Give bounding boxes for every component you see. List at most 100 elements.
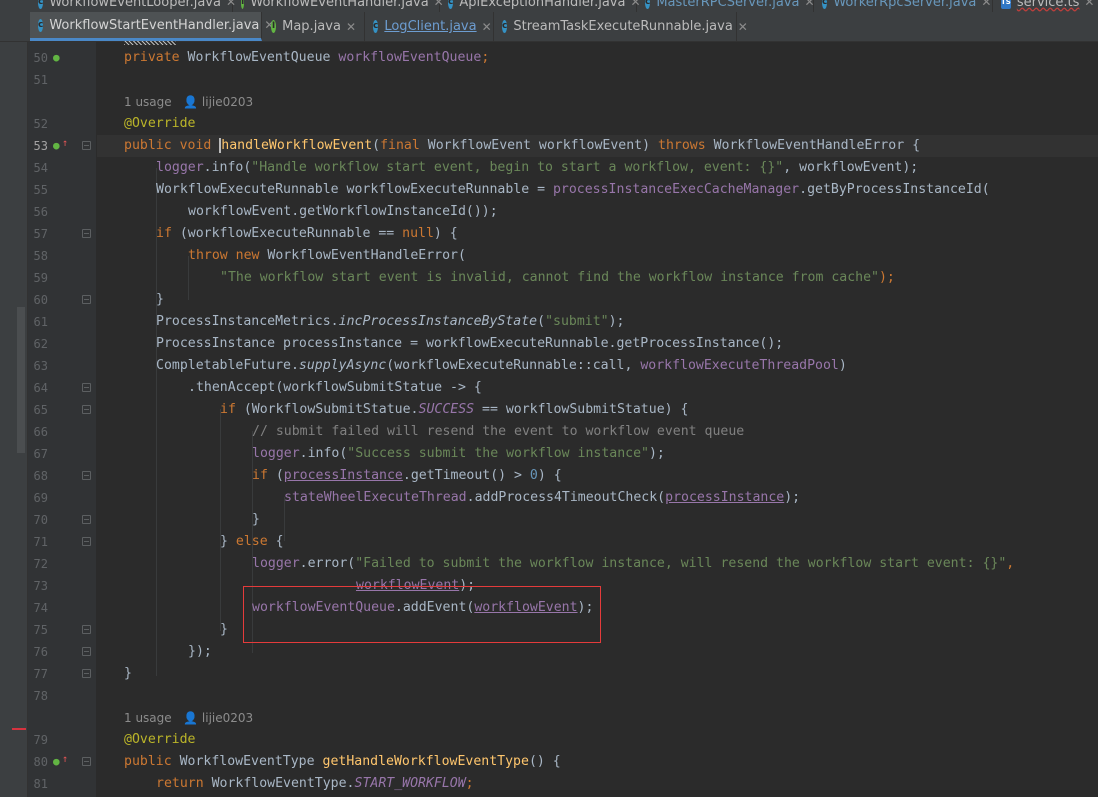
line-number: 61 [33, 315, 48, 329]
code-text: ) { [433, 226, 458, 241]
string-literal: "Handle workflow start event, begin to s… [251, 160, 784, 175]
code-line: // submit failed will resend the event t… [252, 421, 744, 443]
fold-icon[interactable] [82, 295, 91, 304]
tab-label: LogClient.java [384, 19, 477, 34]
code-text: (workflowExecuteRunnable::call, [386, 358, 641, 373]
code-text: ProcessInstance processInstance = workfl… [156, 336, 784, 351]
keyword: return [156, 776, 212, 791]
keyword: public void [124, 138, 220, 153]
tab-label: WorkflowEventLooper.java [49, 0, 221, 10]
fold-icon[interactable] [82, 405, 91, 414]
type-name: WorkflowEventQueue [187, 50, 339, 65]
tab-worker-rpc-server[interactable]: c WorkerRpcServer.java ✕ [814, 0, 993, 12]
fold-icon[interactable] [82, 757, 91, 766]
code-text: ) { [537, 468, 562, 483]
override-arrow-icon[interactable]: ↑ [62, 138, 68, 149]
tab-stream-task-execute-runnable[interactable]: c StreamTaskExecuteRunnable.java ✕ [494, 12, 748, 41]
number-literal: 0 [529, 468, 538, 483]
usage-hint[interactable]: 1 usage 👤 lijie0203 [124, 91, 253, 113]
code-line: } [252, 509, 260, 531]
line-number: 66 [33, 425, 48, 439]
code-line: CompletableFuture.supplyAsync(workflowEx… [156, 355, 847, 377]
fold-icon[interactable] [82, 141, 91, 150]
close-icon[interactable]: ✕ [981, 0, 991, 9]
tab-map[interactable]: I Map.java ✕ [263, 12, 365, 41]
close-icon[interactable]: ✕ [482, 20, 492, 34]
keyword: throws [658, 138, 714, 153]
fold-icon[interactable] [82, 229, 91, 238]
code-text: ); [648, 446, 665, 461]
punct: , [1006, 556, 1015, 571]
tab-label: StreamTaskExecuteRunnable.java [513, 19, 733, 34]
implements-icon[interactable]: ● [53, 139, 60, 152]
usage-hint[interactable]: 1 usage 👤 lijie0203 [124, 707, 253, 729]
line-number: 63 [33, 359, 48, 373]
code-text: }); [188, 644, 212, 659]
line-number: 78 [33, 689, 48, 703]
line-number: 53 [33, 139, 48, 153]
text-caret: h [219, 138, 230, 153]
class-icon: c [38, 18, 44, 32]
bean-icon[interactable]: ● [53, 51, 60, 64]
code-line: workflowEvent.getWorkflowInstanceId()); [188, 201, 498, 223]
fold-icon[interactable] [82, 647, 91, 656]
string-literal: "Failed to submit the workflow instance,… [355, 556, 1007, 571]
code-line: WorkflowExecuteRunnable workflowExecuteR… [156, 179, 990, 201]
field-name: logger [156, 160, 204, 175]
tab-master-rpc-server[interactable]: c MasterRPCServer.java ✕ [637, 0, 815, 12]
fold-icon[interactable] [82, 471, 91, 480]
line-number: 54 [33, 161, 48, 175]
tab-workflow-event-handler[interactable]: I WorkflowEventHandler.java ✕ [233, 0, 444, 12]
implements-icon[interactable]: ● [53, 755, 60, 768]
line-number: 68 [33, 469, 48, 483]
tab-api-exception-handler[interactable]: c ApiExceptionHandler.java ✕ [440, 0, 641, 12]
author-icon: 👤 [183, 95, 199, 109]
scrollbar-thumb[interactable] [17, 307, 25, 453]
static-method: incProcessInstanceByState [338, 314, 538, 329]
field-name: processInstanceExecCacheManager [552, 182, 800, 197]
fold-icon[interactable] [82, 669, 91, 678]
code-text: WorkflowEventHandleError( [267, 248, 466, 263]
code-text: == workflowSubmitStatue) { [474, 402, 689, 417]
code-line: if (workflowExecuteRunnable == null) { [156, 223, 458, 245]
keyword: public [124, 754, 180, 769]
fold-icon[interactable] [82, 625, 91, 634]
usage-count[interactable]: 1 usage [124, 711, 172, 725]
keyword: final [380, 138, 428, 153]
current-code-line: public void handleWorkflowEvent(final Wo… [97, 135, 1098, 157]
close-icon[interactable]: ✕ [346, 20, 356, 34]
editor-gutter: 50 51 52 53 54 55 56 57 58 59 60 61 62 6… [28, 42, 96, 797]
tab-label: WorkflowStartEventHandler.java [49, 17, 260, 33]
code-text: (workflowExecuteRunnable == [179, 226, 403, 241]
code-editor[interactable]: private WorkflowEventQueue workflowEvent… [97, 42, 1098, 797]
method-name: getHandleWorkflowEventType [322, 754, 529, 769]
line-number: 81 [33, 777, 48, 791]
tab-label: WorkerRpcServer.java [833, 0, 977, 10]
method-name: andleWorkflowEvent [229, 138, 373, 153]
static-field: START_WORKFLOW [354, 776, 466, 791]
fold-icon[interactable] [82, 383, 91, 392]
line-number: 51 [33, 73, 48, 87]
override-arrow-icon[interactable]: ↑ [62, 754, 68, 765]
code-line: @Override [124, 113, 195, 135]
tab-workflow-event-looper[interactable]: c WorkflowEventLooper.java ✕ [30, 0, 236, 12]
code-line: if (WorkflowSubmitStatue.SUCCESS == work… [220, 399, 688, 421]
line-number: 73 [33, 579, 48, 593]
tab-log-client[interactable]: c LogClient.java ✕ [365, 12, 494, 41]
fold-icon[interactable] [82, 537, 91, 546]
tab-service-ts[interactable]: TS service.ts ✕ [993, 0, 1098, 12]
typescript-icon: TS [1001, 0, 1011, 9]
code-text: ); [784, 490, 801, 505]
code-text: } [220, 534, 236, 549]
tab-workflow-start-event-handler[interactable]: c WorkflowStartEventHandler.java ✕ [30, 12, 274, 41]
close-icon[interactable]: ✕ [738, 20, 748, 34]
type-name: WorkflowEventType [179, 754, 323, 769]
line-number: 77 [33, 667, 48, 681]
fold-icon[interactable] [82, 515, 91, 524]
interface-icon: I [241, 0, 245, 9]
usage-author: lijie0203 [201, 95, 254, 109]
code-text: , workflowEvent); [783, 160, 919, 175]
code-line: stateWheelExecuteThread.addProcess4Timeo… [284, 487, 800, 509]
close-icon[interactable]: ✕ [1084, 0, 1094, 9]
usage-count[interactable]: 1 usage [124, 95, 172, 109]
